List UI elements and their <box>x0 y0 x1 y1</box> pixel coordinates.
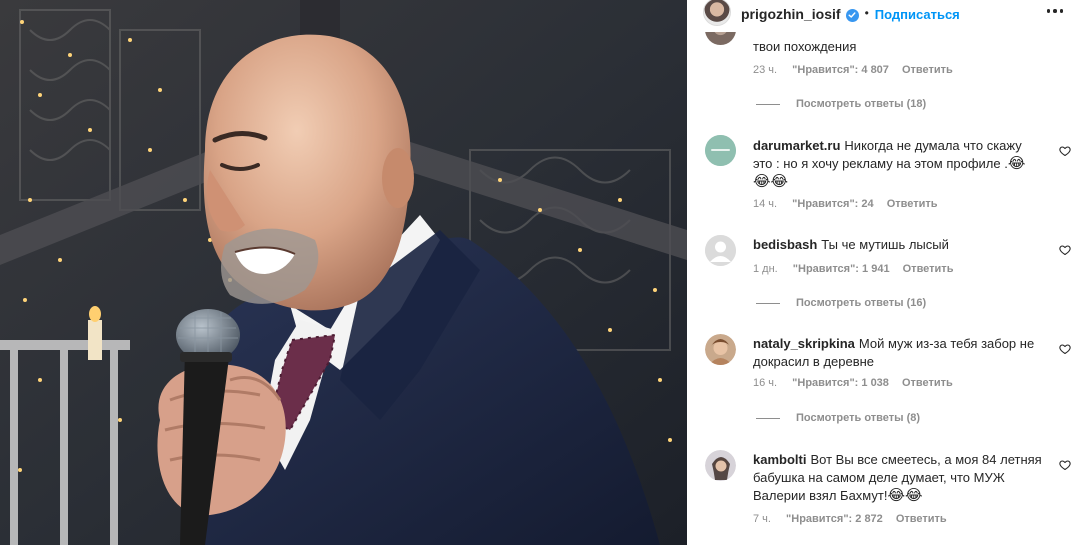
laughing-emoji: 😂😂 <box>887 486 923 504</box>
comments-list[interactable]: твои похождения 23 ч. "Нравится": 4 807 … <box>687 32 1073 545</box>
view-replies-button[interactable]: Посмотреть ответы (8) <box>756 412 920 424</box>
comment-likes[interactable]: "Нравится": 1 941 <box>793 263 890 275</box>
heart-icon[interactable] <box>1059 145 1071 157</box>
comment-likes[interactable]: "Нравится": 2 872 <box>786 513 883 525</box>
comment-meta: 7 ч. "Нравится": 2 872 Ответить <box>753 513 947 525</box>
verified-badge-icon <box>845 8 859 22</box>
comment-likes[interactable]: "Нравится": 1 038 <box>792 377 889 389</box>
comment-time[interactable]: 14 ч. <box>753 198 777 210</box>
heart-icon[interactable] <box>1059 343 1071 355</box>
replies-divider <box>756 417 780 419</box>
comment-text: твои похождения <box>753 39 857 54</box>
header-separator: • <box>864 6 869 20</box>
comment-username[interactable]: bedisbash <box>753 237 817 252</box>
comment-avatar[interactable] <box>705 235 736 266</box>
view-replies-label: Посмотреть ответы (8) <box>796 412 921 424</box>
follow-button[interactable]: Подписаться <box>875 7 960 22</box>
post-header: prigozhin_iosif • Подписаться <box>687 0 1073 32</box>
laughing-emoji: 😂 <box>1007 154 1026 172</box>
reply-button[interactable]: Ответить <box>887 198 938 210</box>
comment-meta: 16 ч. "Нравится": 1 038 Ответить <box>753 377 953 389</box>
reply-button[interactable]: Ответить <box>903 263 954 275</box>
comment-time[interactable]: 16 ч. <box>753 377 777 389</box>
view-replies-button[interactable]: Посмотреть ответы (16) <box>756 297 926 309</box>
comment-meta: 14 ч. "Нравится": 24 Ответить <box>753 198 938 210</box>
comments-panel: prigozhin_iosif • Подписаться твои похож… <box>687 0 1073 545</box>
more-options-icon[interactable] <box>1046 9 1063 13</box>
reply-button[interactable]: Ответить <box>902 64 953 76</box>
comment-avatar[interactable] <box>705 334 736 365</box>
heart-icon[interactable] <box>1059 244 1071 256</box>
post-photo <box>0 0 687 545</box>
comment-body: nataly_skripkina Мой муж из-за тебя забор… <box>753 335 1043 371</box>
comment-meta: 1 дн. "Нравится": 1 941 Ответить <box>753 263 953 275</box>
comment-likes[interactable]: "Нравится": 4 807 <box>792 64 889 76</box>
author-avatar[interactable] <box>703 0 731 26</box>
view-replies-button[interactable]: Посмотреть ответы (18) <box>756 98 926 110</box>
comment-meta: 23 ч. "Нравится": 4 807 Ответить <box>753 64 953 76</box>
view-replies-label: Посмотреть ответы (18) <box>796 98 927 110</box>
reply-button[interactable]: Ответить <box>902 377 953 389</box>
comment-body: bedisbash Ты че мутишь лысый <box>753 236 1043 254</box>
comment-avatar[interactable] <box>705 135 736 166</box>
replies-divider <box>756 302 780 304</box>
comment-username[interactable]: darumarket.ru <box>753 138 840 153</box>
heart-icon[interactable] <box>1059 459 1071 471</box>
comment-time[interactable]: 1 дн. <box>753 263 778 275</box>
comment-body: darumarket.ru Никогда не думала что скажу… <box>753 137 1043 191</box>
comment-username[interactable]: nataly_skripkina <box>753 336 855 351</box>
reply-button[interactable]: Ответить <box>896 513 947 525</box>
comment-time[interactable]: 7 ч. <box>753 513 771 525</box>
laughing-emoji: 😂😂 <box>753 172 789 190</box>
comment-likes[interactable]: "Нравится": 24 <box>792 198 873 210</box>
replies-divider <box>756 103 780 105</box>
comment-avatar[interactable] <box>705 450 736 481</box>
comment-body: kambolti Вот Вы все смеетесь, а моя 84 ле… <box>753 451 1043 505</box>
author-username[interactable]: prigozhin_iosif <box>741 6 841 22</box>
comment-username[interactable]: kambolti <box>753 452 806 467</box>
view-replies-label: Посмотреть ответы (16) <box>796 297 927 309</box>
comment-text: Ты че мутишь лысый <box>821 237 949 252</box>
comment-time[interactable]: 23 ч. <box>753 64 777 76</box>
comment-avatar[interactable] <box>705 32 736 45</box>
